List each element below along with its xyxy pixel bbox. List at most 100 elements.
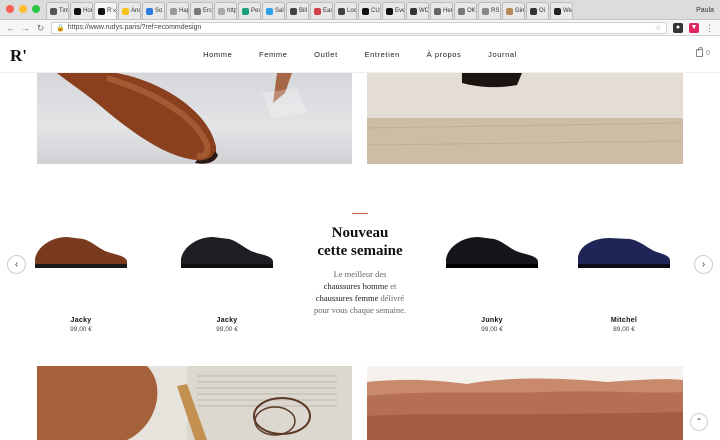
- hero-image-wood-floor[interactable]: [367, 73, 683, 164]
- tab-favicon-icon: [362, 7, 369, 15]
- tab-favicon-icon: [50, 7, 57, 15]
- desert-landscape-photo: [367, 366, 683, 440]
- browser-tab[interactable]: CU: [358, 2, 381, 19]
- tab-label: Hor: [83, 8, 93, 14]
- browser-tab[interactable]: Tim: [46, 2, 69, 19]
- shoe-image: [578, 238, 670, 268]
- lock-icon: 🔒: [56, 24, 65, 32]
- browser-tab[interactable]: Erc: [190, 2, 213, 19]
- link-chaussures-homme[interactable]: chaussures homme: [324, 281, 388, 291]
- tab-favicon-icon: [290, 7, 297, 15]
- accent-rule: [352, 213, 368, 214]
- link-chaussures-femme[interactable]: chaussures femme: [316, 293, 379, 303]
- tab-label: Eve: [395, 8, 405, 14]
- product-card[interactable]: Junky 99,00 €: [437, 225, 547, 333]
- promo-title: Nouveau cette semaine: [317, 225, 403, 259]
- scroll-to-top-button[interactable]: ⌃: [690, 413, 708, 431]
- shoe-image: [181, 237, 273, 268]
- browser-tab[interactable]: Eas: [310, 2, 333, 19]
- product-name[interactable]: Jacky: [172, 317, 282, 324]
- extension-icon[interactable]: ●: [673, 22, 683, 33]
- product-price: 99,00 €: [70, 326, 92, 333]
- site-header: R' Homme Femme Outlet Entretien À propos…: [0, 37, 720, 73]
- minimize-window-button[interactable]: [19, 5, 27, 13]
- browser-tab[interactable]: R' ×: [94, 2, 117, 19]
- tab-label: WC: [419, 8, 429, 14]
- tab-favicon-icon: [314, 7, 321, 15]
- tab-favicon-icon: [194, 7, 201, 15]
- tab-label: We: [563, 8, 572, 14]
- forward-button[interactable]: →: [21, 22, 30, 34]
- tab-favicon-icon: [74, 7, 81, 15]
- pocket-icon[interactable]: ▼: [689, 22, 699, 33]
- tab-favicon-icon: [170, 7, 177, 15]
- tab-favicon-icon: [458, 7, 465, 15]
- product-name[interactable]: Mitchel: [569, 317, 679, 324]
- tab-label: Eas: [323, 8, 333, 14]
- tab-favicon-icon: [218, 7, 225, 15]
- tab-favicon-icon: [122, 7, 129, 15]
- nav-item-a-propos[interactable]: À propos: [427, 50, 462, 59]
- menu-icon[interactable]: ⋮: [705, 22, 714, 34]
- browser-tab[interactable]: Her: [430, 2, 453, 19]
- product-name[interactable]: Jacky: [26, 317, 136, 324]
- carousel-prev-button[interactable]: ‹: [7, 255, 26, 274]
- browser-tab[interactable]: Sal: [262, 2, 285, 19]
- shopping-bag-icon: [696, 47, 704, 57]
- close-tab-icon[interactable]: ×: [112, 8, 116, 15]
- carousel-next-button[interactable]: ›: [694, 255, 713, 274]
- tab-strip: Tim Hor R' × Anc So Hap Erc http Pex Sal Bill Eas Loc…: [46, 0, 694, 19]
- profile-name[interactable]: Paula: [694, 7, 720, 19]
- browser-tab[interactable]: Pex: [238, 2, 261, 19]
- browser-tab[interactable]: Eve: [382, 2, 405, 19]
- browser-tab[interactable]: We: [550, 2, 573, 19]
- address-bar[interactable]: 🔒 https://www.rudys.paris/?ref=ecommdesi…: [51, 21, 667, 34]
- browser-tab[interactable]: So: [142, 2, 165, 19]
- browser-tab[interactable]: WC: [406, 2, 429, 19]
- maximize-window-button[interactable]: [32, 5, 40, 13]
- browser-tab[interactable]: http: [214, 2, 237, 19]
- tab-favicon-icon: [554, 7, 561, 15]
- tab-label: Gin: [515, 8, 525, 14]
- hero-image-brown-shoe[interactable]: [37, 73, 352, 164]
- journal-image-leather-craft[interactable]: [37, 366, 352, 440]
- tab-favicon-icon: [242, 7, 249, 15]
- browser-tab[interactable]: Hap: [166, 2, 189, 19]
- tab-label: OK: [467, 8, 476, 14]
- browser-tab[interactable]: OK: [454, 2, 477, 19]
- product-name[interactable]: Junky: [437, 317, 547, 324]
- close-window-button[interactable]: [6, 5, 14, 13]
- wood-floor-photo: [367, 73, 683, 164]
- tab-label: Pex: [251, 8, 261, 14]
- product-card[interactable]: Jacky 99,00 €: [172, 225, 282, 333]
- nav-item-femme[interactable]: Femme: [259, 50, 287, 59]
- tab-favicon-icon: [506, 7, 513, 15]
- product-card[interactable]: Mitchel 89,00 €: [569, 225, 679, 333]
- nav-item-journal[interactable]: Journal: [488, 50, 517, 59]
- browser-tab[interactable]: Hor: [70, 2, 93, 19]
- tab-label: Hap: [179, 8, 189, 14]
- url-text: https://www.rudys.paris/?ref=ecommdesign: [67, 24, 202, 31]
- browser-tab[interactable]: Gin: [502, 2, 525, 19]
- back-button[interactable]: ←: [6, 22, 15, 34]
- browser-tab[interactable]: Bill: [286, 2, 309, 19]
- tab-favicon-icon: [98, 7, 105, 15]
- reload-button[interactable]: ↻: [36, 22, 45, 34]
- cart-button[interactable]: 0: [696, 47, 710, 57]
- tab-label: Her: [443, 8, 453, 14]
- browser-tab[interactable]: Oi: [526, 2, 549, 19]
- tab-label: Tim: [59, 8, 69, 14]
- nav-item-entretien[interactable]: Entretien: [364, 50, 399, 59]
- journal-image-desert[interactable]: [367, 366, 683, 440]
- nav-item-homme[interactable]: Homme: [203, 50, 232, 59]
- product-card[interactable]: Jacky 99,00 €: [26, 225, 136, 333]
- tab-favicon-icon: [386, 7, 393, 15]
- browser-tab[interactable]: RS: [478, 2, 501, 19]
- browser-tab[interactable]: Loc: [334, 2, 357, 19]
- tab-label: RS: [491, 8, 500, 14]
- nav-item-outlet[interactable]: Outlet: [314, 50, 338, 59]
- tab-favicon-icon: [266, 7, 273, 15]
- bookmark-star-icon[interactable]: ☆: [655, 23, 662, 32]
- browser-tab[interactable]: Anc: [118, 2, 141, 19]
- cart-count: 0: [706, 49, 710, 57]
